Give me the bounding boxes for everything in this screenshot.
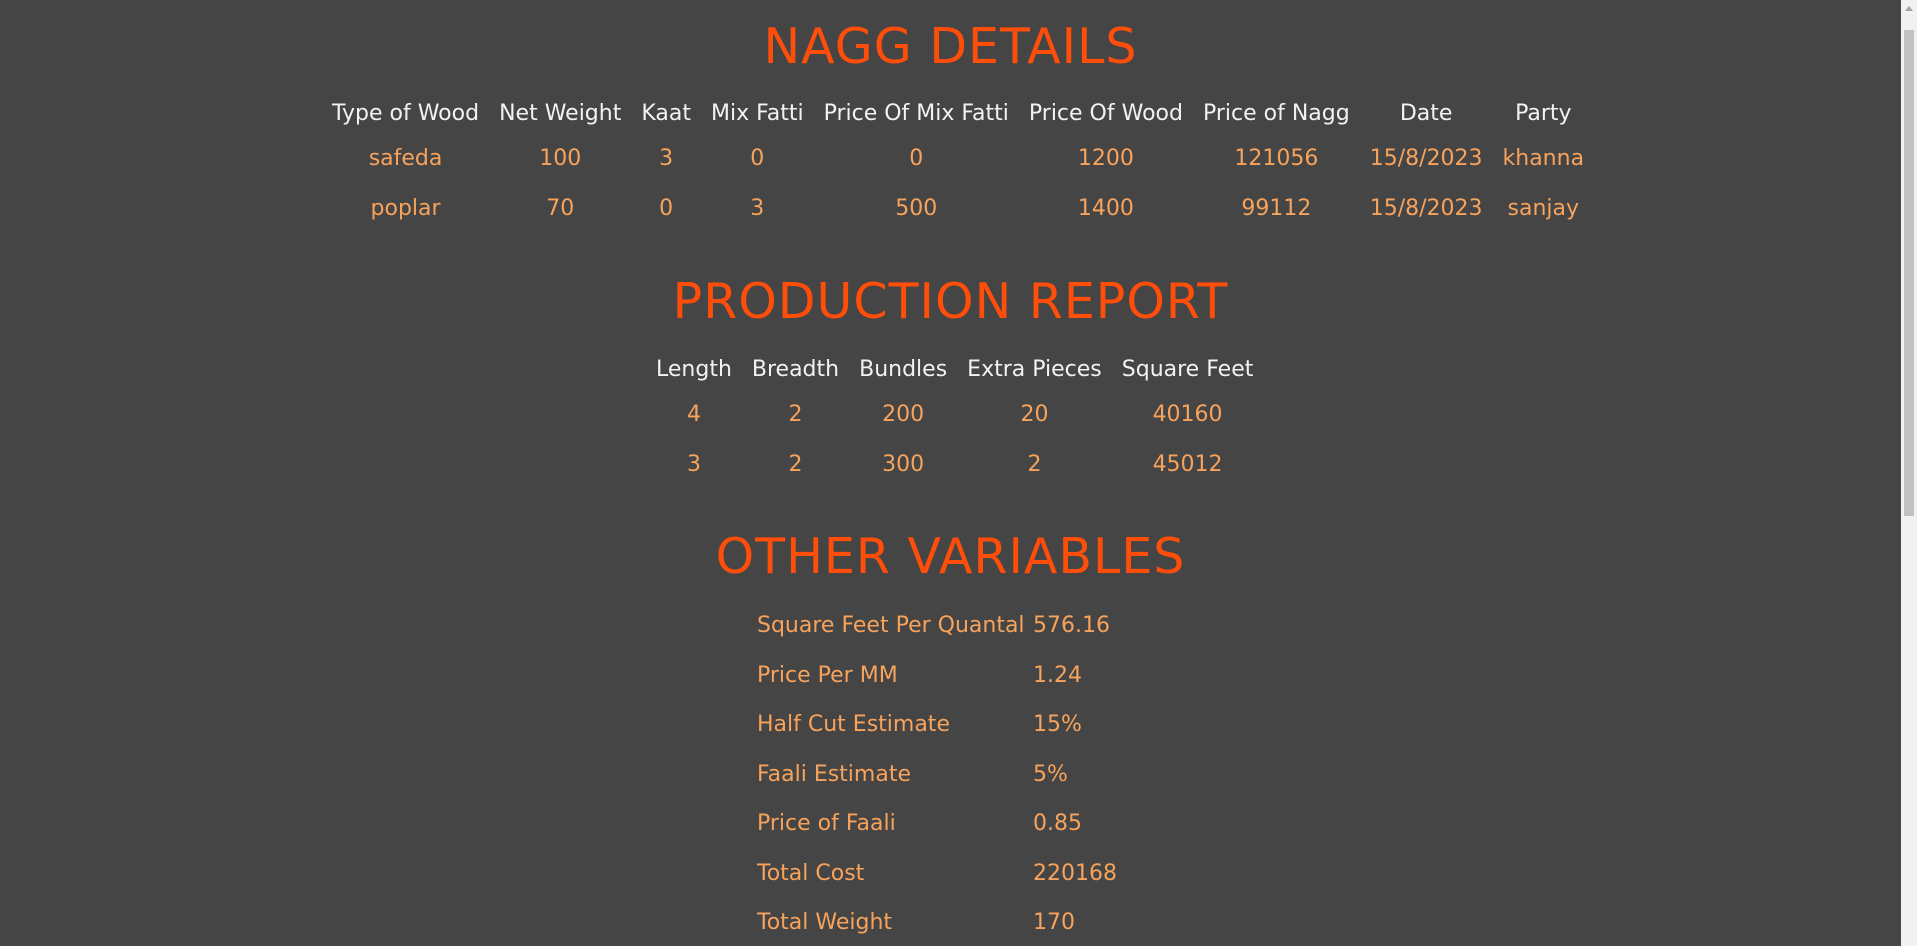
production-report-title: PRODUCTION REPORT (672, 273, 1229, 330)
table-cell: 99112 (1241, 195, 1312, 221)
table-row: 4 2 200 20 40160 (646, 389, 1263, 439)
other-variables-title: OTHER VARIABLES (715, 528, 1186, 585)
column-header: Price Of Wood (1028, 100, 1183, 126)
table-cell: 20 (1020, 401, 1049, 427)
variable-row: Square Feet Per Quantal 576.16 (757, 601, 1117, 651)
table-cell: poplar (370, 195, 441, 221)
table-cell: 15/8/2023 (1369, 195, 1483, 221)
table-cell: 4 (686, 401, 701, 427)
scrollbar-thumb[interactable] (1904, 30, 1914, 516)
column-header: Price Of Mix Fatti (823, 100, 1009, 126)
variable-label: Price Per MM (757, 662, 898, 688)
column-header: Mix Fatti (710, 100, 804, 126)
variable-label: Half Cut Estimate (757, 712, 950, 738)
column-header: Extra Pieces (967, 356, 1102, 382)
table-cell: 300 (882, 451, 925, 477)
table-cell: sanjay (1507, 195, 1580, 221)
vertical-scrollbar[interactable] (1901, 0, 1917, 946)
table-cell: 1200 (1077, 145, 1134, 171)
table-cell: 2 (788, 401, 803, 427)
table-cell: 40160 (1152, 401, 1223, 427)
table-cell: 121056 (1234, 145, 1319, 171)
variable-value: 170 (1033, 910, 1075, 936)
table-cell: 2 (1027, 451, 1042, 477)
variable-value: 15% (1033, 712, 1082, 738)
production-report-table: Length Breadth Bundles Extra Pieces Squa… (646, 349, 1263, 489)
column-header: Breadth (751, 356, 840, 382)
table-cell: 45012 (1152, 451, 1223, 477)
table-cell: 2 (788, 451, 803, 477)
table-header-row: Type of Wood Net Weight Kaat Mix Fatti P… (322, 93, 1594, 133)
table-cell: 70 (546, 195, 575, 221)
table-cell: 0 (909, 145, 924, 171)
variable-row: Price Per MM 1.24 (757, 651, 1117, 701)
variable-value: 220168 (1033, 860, 1117, 886)
table-header-row: Length Breadth Bundles Extra Pieces Squa… (646, 349, 1263, 389)
column-header: Bundles (859, 356, 948, 382)
nagg-details-table: Type of Wood Net Weight Kaat Mix Fatti P… (322, 93, 1594, 233)
table-row: 3 2 300 2 45012 (646, 439, 1263, 489)
variable-label: Total Weight (757, 910, 893, 936)
table-cell: 1400 (1077, 195, 1134, 221)
variable-label: Price of Faali (757, 811, 896, 837)
variable-value: 576.16 (1033, 613, 1110, 639)
column-header: Net Weight (499, 100, 622, 126)
table-cell: 15/8/2023 (1369, 145, 1483, 171)
variable-row: Price of Faali 0.85 (757, 799, 1117, 849)
variable-value: 1.24 (1033, 662, 1082, 688)
table-cell: 500 (895, 195, 938, 221)
variable-label: Square Feet Per Quantal (757, 613, 1025, 639)
scroll-up-icon[interactable] (1905, 6, 1913, 11)
variable-row: Faali Estimate 5% (757, 750, 1117, 800)
table-cell: 3 (686, 451, 701, 477)
report-page: NAGG DETAILS Type of Wood Net Weight Kaa… (0, 0, 1901, 946)
column-header: Type of Wood (332, 100, 480, 126)
column-header: Price of Nagg (1202, 100, 1350, 126)
variable-row: Total Weight 170 (757, 898, 1117, 946)
table-row: safeda 100 3 0 0 1200 121056 15/8/2023 k… (322, 133, 1594, 183)
variable-label: Faali Estimate (757, 761, 911, 787)
column-header: Date (1399, 100, 1453, 126)
table-cell: khanna (1502, 145, 1585, 171)
other-variables-list: Square Feet Per Quantal 576.16 Price Per… (757, 601, 1117, 946)
column-header: Party (1515, 100, 1572, 126)
variable-row: Total Cost 220168 (757, 849, 1117, 899)
variable-value: 5% (1033, 761, 1068, 787)
nagg-details-title: NAGG DETAILS (763, 18, 1138, 75)
table-cell: 200 (882, 401, 925, 427)
table-cell: 0 (750, 145, 765, 171)
column-header: Square Feet (1121, 356, 1254, 382)
table-cell: 3 (659, 145, 674, 171)
variable-label: Total Cost (757, 860, 865, 886)
table-row: poplar 70 0 3 500 1400 99112 15/8/2023 s… (322, 183, 1594, 233)
variable-row: Half Cut Estimate 15% (757, 700, 1117, 750)
table-cell: 3 (750, 195, 765, 221)
table-cell: safeda (368, 145, 443, 171)
variable-value: 0.85 (1033, 811, 1082, 837)
column-header: Length (656, 356, 732, 382)
table-cell: 100 (539, 145, 582, 171)
column-header: Kaat (641, 100, 691, 126)
table-cell: 0 (659, 195, 674, 221)
